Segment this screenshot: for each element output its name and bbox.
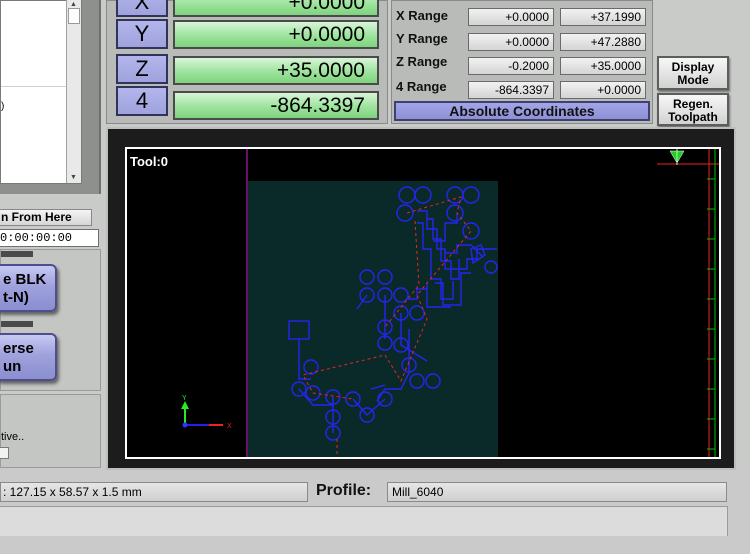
toolpath-ranges-panel: X Range +0.0000 +37.1990 Y Range +0.0000… [391,0,653,124]
gcode-current-line [1,75,67,87]
y-range-label: Y Range [396,31,448,46]
axis-z-button[interactable]: Z [116,54,168,84]
reverse-run-button[interactable]: erse un [0,333,57,381]
program-control-panel: e BLK t-N) erse un [0,249,101,391]
toolpath-canvas: Y X [181,149,719,457]
profile-label: Profile: [316,482,372,499]
axis-4-button[interactable]: 4 [116,86,168,116]
x-range-max: +37.1990 [560,8,646,26]
absolute-coordinates-label[interactable]: Absolute Coordinates [394,101,650,121]
x-range-label: X Range [396,8,449,23]
4-range-min: -864.3397 [468,81,554,99]
single-block-button[interactable]: e BLK t-N) [0,264,57,312]
scroll-down-arrow-icon[interactable]: ▼ [70,174,77,181]
z-range-max: +35.0000 [560,57,646,75]
x-axis-glyph: X [227,423,232,430]
tool-number-label: Tool:0 [130,154,169,169]
single-block-led [1,251,33,257]
y-axis-glyph: Y [182,395,187,402]
toolpath-viewer-frame: Y X Tool:0 [106,127,736,470]
dro-z-value[interactable]: +35.0000 [173,56,379,85]
axis-x-button[interactable]: X [116,0,168,17]
dro-x-value[interactable]: +0.0000 [173,0,379,17]
y-range-max: +47.2880 [560,33,646,51]
origin-axes-icon: Y X [181,395,232,430]
active-indicator [0,447,9,459]
status-panel-left: tive.. [0,394,101,468]
gcode-panel: ) ▲ ▼ [0,0,101,194]
4-range-max: +0.0000 [560,81,646,99]
dro-y-value[interactable]: +0.0000 [173,20,379,49]
height-ruler [707,149,716,457]
regen-toolpath-button[interactable]: Regen. Toolpath [657,93,729,126]
y-axis-arrowhead [181,401,189,409]
run-from-here-button[interactable]: n From Here [0,209,92,226]
dro-panel: X +0.0000 Y +0.0000 Z +35.0000 4 -864.33… [106,0,388,124]
reverse-run-led [1,321,33,327]
display-mode-button[interactable]: Display Mode [657,56,729,90]
elapsed-time-field: 0:00:00:00 [0,229,99,247]
axis-y-button[interactable]: Y [116,19,168,49]
z-range-label: Z Range [396,54,448,69]
status-bar: : 127.15 x 58.57 x 1.5 mm Profile: Mill_… [0,470,750,554]
gcode-scrollbar[interactable]: ▲ ▼ [66,0,81,183]
y-range-min: +0.0000 [468,33,554,51]
material-size-field: : 127.15 x 58.57 x 1.5 mm [0,482,308,502]
toolpath-display[interactable]: Y X Tool:0 [125,147,721,459]
active-status-text: tive.. [1,431,25,443]
x-range-min: +0.0000 [468,8,554,26]
dro-4-value[interactable]: -864.3397 [173,91,379,120]
scroll-up-arrow-icon[interactable]: ▲ [70,1,77,8]
history-strip [0,506,728,536]
profile-name-field: Mill_6040 [387,482,727,502]
gcode-line-text: ) [1,101,5,112]
origin-dot [182,422,188,428]
z-range-min: -0.2000 [468,57,554,75]
4-range-label: 4 Range [396,79,447,94]
scrollbar-thumb[interactable] [68,8,80,24]
